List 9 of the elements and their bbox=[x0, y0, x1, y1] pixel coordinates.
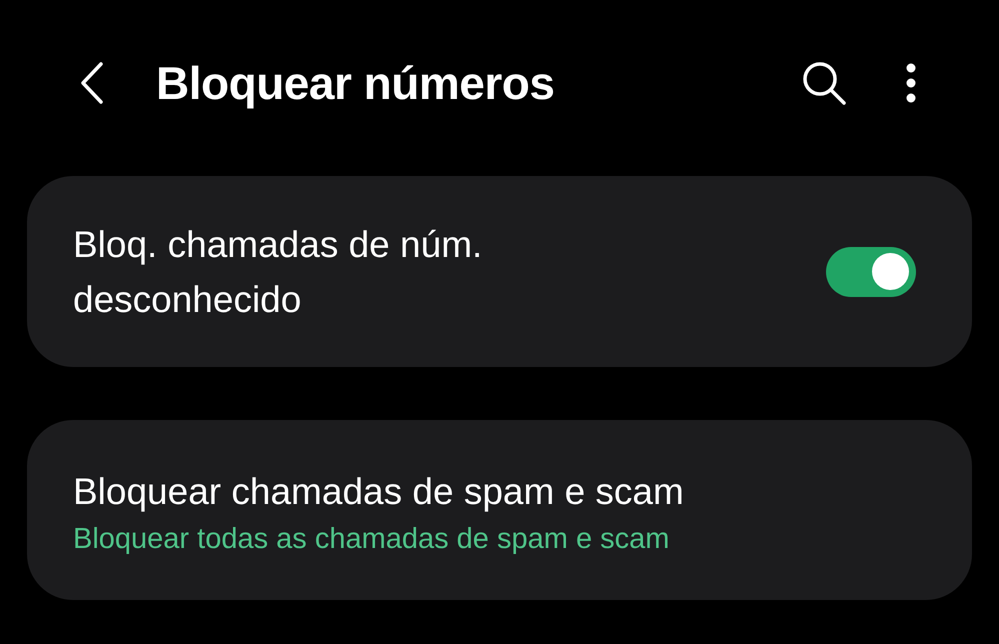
back-icon bbox=[79, 61, 105, 105]
page-title: Bloquear números bbox=[156, 56, 554, 110]
setting-label: Bloquear chamadas de spam e scam bbox=[73, 470, 685, 514]
settings-card[interactable]: Bloquear chamadas de spam e scam Bloquear todas as chamadas de spam e scam bbox=[27, 420, 972, 600]
settings-card[interactable]: Bloq. chamadas de núm. desconhecido bbox=[27, 176, 972, 367]
setting-summary: Bloquear todas as chamadas de spam e scam bbox=[73, 522, 670, 557]
toggle-switch[interactable] bbox=[826, 246, 916, 296]
more-options-icon bbox=[906, 63, 916, 103]
setting-label: Bloq. chamadas de núm. desconhecido bbox=[73, 222, 484, 322]
